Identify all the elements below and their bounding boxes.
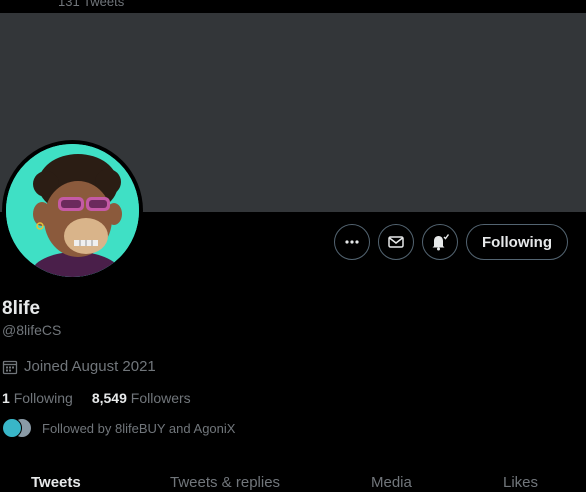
tab-tweets-replies[interactable]: Tweets & replies (170, 474, 280, 491)
follower-avatar (2, 418, 22, 438)
calendar-icon (2, 360, 18, 374)
tab-likes[interactable]: Likes (503, 474, 538, 491)
more-icon (345, 240, 359, 244)
ape-avatar-image (6, 144, 139, 277)
following-count: 1 (2, 390, 10, 406)
bell-icon (432, 234, 450, 251)
profile-tabs: Tweets Tweets & replies Media Likes (0, 470, 586, 492)
mail-icon (388, 236, 404, 248)
followed-by-link[interactable]: Followed by 8lifeBUY and AgoniX (2, 418, 235, 438)
following-button[interactable]: Following (466, 224, 568, 260)
joined-date: Joined August 2021 (2, 358, 156, 375)
followers-count: 8,549 (91, 390, 127, 406)
tab-media[interactable]: Media (371, 474, 412, 491)
following-label: Following (13, 390, 73, 406)
profile-handle: @8lifeCS (2, 322, 62, 338)
more-button[interactable] (334, 224, 370, 260)
notifications-button[interactable] (422, 224, 458, 260)
joined-text: Joined August 2021 (24, 358, 156, 375)
message-button[interactable] (378, 224, 414, 260)
profile-avatar[interactable] (2, 140, 143, 281)
profile-stats: 1 Following 8,549 Followers (2, 390, 191, 406)
profile-name: 8life (2, 298, 41, 319)
tweet-count: 131 Tweets (58, 0, 125, 9)
followed-by-text: Followed by 8lifeBUY and AgoniX (42, 420, 236, 436)
followers-label: Followers (130, 390, 191, 406)
following-link[interactable]: 1 Following (2, 390, 73, 406)
followed-by-avatars (2, 418, 32, 438)
followers-link[interactable]: 8,549 Followers (92, 390, 191, 406)
tab-tweets[interactable]: Tweets (31, 474, 81, 491)
